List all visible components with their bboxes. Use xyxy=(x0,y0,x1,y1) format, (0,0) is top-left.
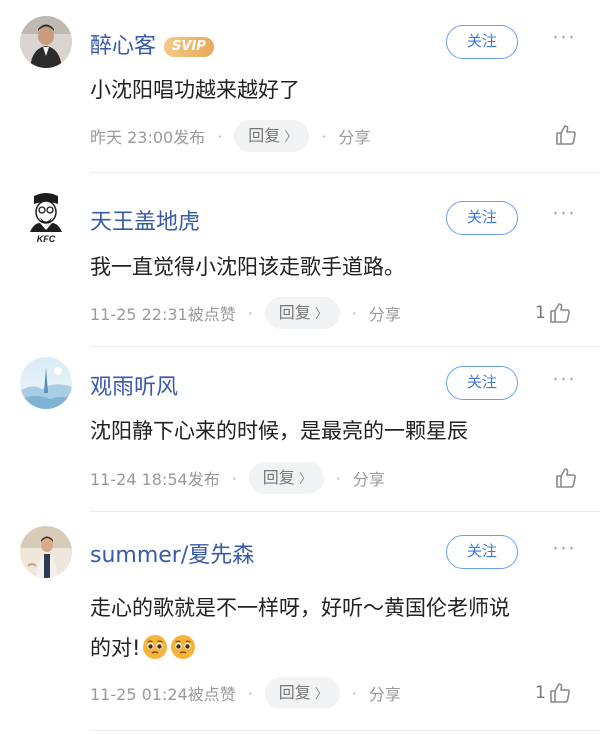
pleading-face-emoji-icon xyxy=(143,635,168,659)
reply-button[interactable]: 回复〉 xyxy=(264,297,340,329)
like-button[interactable] xyxy=(552,463,578,493)
like-count: 1 xyxy=(535,683,546,703)
comment-meta: 11-25 22:31被点赞 · 回复〉 · 分享 xyxy=(90,296,401,330)
svip-badge: SVIP xyxy=(164,37,214,57)
comment-meta: 昨天 23:00发布 · 回复〉 · 分享 xyxy=(90,119,370,153)
comment-item: 醉心客 SVIP 关注 ··· 小沈阳唱功越来越好了 昨天 23:00发布 · 回… xyxy=(0,0,600,175)
comment-text-line: 走心的歌就是不一样呀，好听～黄国伦老师说 xyxy=(90,596,510,620)
thumbs-up-icon xyxy=(556,468,576,488)
username[interactable]: 醉心客 SVIP xyxy=(90,28,214,60)
chevron-right-icon: 〉 xyxy=(284,130,298,145)
comment-text: 沈阳静下心来的时候，是最亮的一颗星辰 xyxy=(90,419,468,443)
comment-item: summer/夏先森 关注 ··· 走心的歌就是不一样呀，好听～黄国伦老师说 的… xyxy=(0,512,600,734)
thumbs-up-icon xyxy=(556,125,576,145)
separator: · xyxy=(247,303,253,323)
share-button[interactable]: 分享 xyxy=(369,301,401,325)
like-button[interactable] xyxy=(552,120,578,150)
kfc-avatar-icon[interactable]: KFC xyxy=(20,192,72,244)
more-options-icon[interactable]: ··· xyxy=(546,539,582,564)
svg-text:KFC: KFC xyxy=(37,234,56,244)
comment-item: 观雨听风 关注 ··· 沈阳静下心来的时候，是最亮的一颗星辰 11-24 18:… xyxy=(0,347,600,512)
follow-button[interactable]: 关注 xyxy=(446,535,518,569)
pleading-face-emoji-icon xyxy=(171,635,196,659)
username[interactable]: 观雨听风 xyxy=(90,369,178,401)
separator: · xyxy=(335,468,341,488)
share-button[interactable]: 分享 xyxy=(369,681,401,705)
comment-time: 11-25 01:24被点赞 xyxy=(90,685,236,704)
chevron-right-icon: 〉 xyxy=(314,687,328,702)
thumbs-up-icon xyxy=(550,683,570,703)
chevron-right-icon: 〉 xyxy=(314,307,328,322)
separator: · xyxy=(217,126,223,146)
more-options-icon[interactable]: ··· xyxy=(546,370,582,395)
comment-text-line: 的对! xyxy=(90,628,580,668)
like-button[interactable]: 1 xyxy=(535,678,572,708)
username[interactable]: summer/夏先森 xyxy=(90,537,254,569)
divider xyxy=(90,730,600,731)
thumbs-up-icon xyxy=(550,303,570,323)
chevron-right-icon: 〉 xyxy=(298,472,312,487)
like-button[interactable]: 1 xyxy=(535,298,572,328)
separator: · xyxy=(321,126,327,146)
comment-meta: 11-25 01:24被点赞 · 回复〉 · 分享 xyxy=(90,676,401,710)
comment-text: 小沈阳唱功越来越好了 xyxy=(90,78,300,102)
divider xyxy=(90,172,600,173)
share-button[interactable]: 分享 xyxy=(338,124,370,148)
username[interactable]: 天王盖地虎 xyxy=(90,204,200,236)
reply-button[interactable]: 回复〉 xyxy=(264,677,340,709)
share-button[interactable]: 分享 xyxy=(353,466,385,490)
comment-item: KFC 天王盖地虎 关注 ··· 我一直觉得小沈阳该走歌手道路。 11-25 2… xyxy=(0,175,600,347)
comment-time: 11-25 22:31被点赞 xyxy=(90,305,236,324)
more-options-icon[interactable]: ··· xyxy=(546,204,582,229)
user-avatar-icon[interactable] xyxy=(20,16,72,68)
follow-button[interactable]: 关注 xyxy=(446,366,518,400)
separator: · xyxy=(247,683,253,703)
reply-button[interactable]: 回复〉 xyxy=(234,120,310,152)
separator: · xyxy=(231,468,237,488)
follow-button[interactable]: 关注 xyxy=(446,201,518,235)
like-count: 1 xyxy=(535,303,546,323)
follow-button[interactable]: 关注 xyxy=(446,25,518,59)
comment-time: 11-24 18:54发布 xyxy=(90,470,220,489)
reply-button[interactable]: 回复〉 xyxy=(248,462,324,494)
comment-meta: 11-24 18:54发布 · 回复〉 · 分享 xyxy=(90,461,385,495)
more-options-icon[interactable]: ··· xyxy=(546,28,582,53)
person-avatar-icon[interactable] xyxy=(20,526,72,578)
separator: · xyxy=(351,683,357,703)
landscape-avatar-icon[interactable] xyxy=(20,357,72,409)
comment-text: 我一直觉得小沈阳该走歌手道路。 xyxy=(90,255,405,279)
comment-time: 昨天 23:00发布 xyxy=(90,128,206,147)
separator: · xyxy=(351,303,357,323)
comment-text: 走心的歌就是不一样呀，好听～黄国伦老师说 的对! xyxy=(90,588,580,668)
